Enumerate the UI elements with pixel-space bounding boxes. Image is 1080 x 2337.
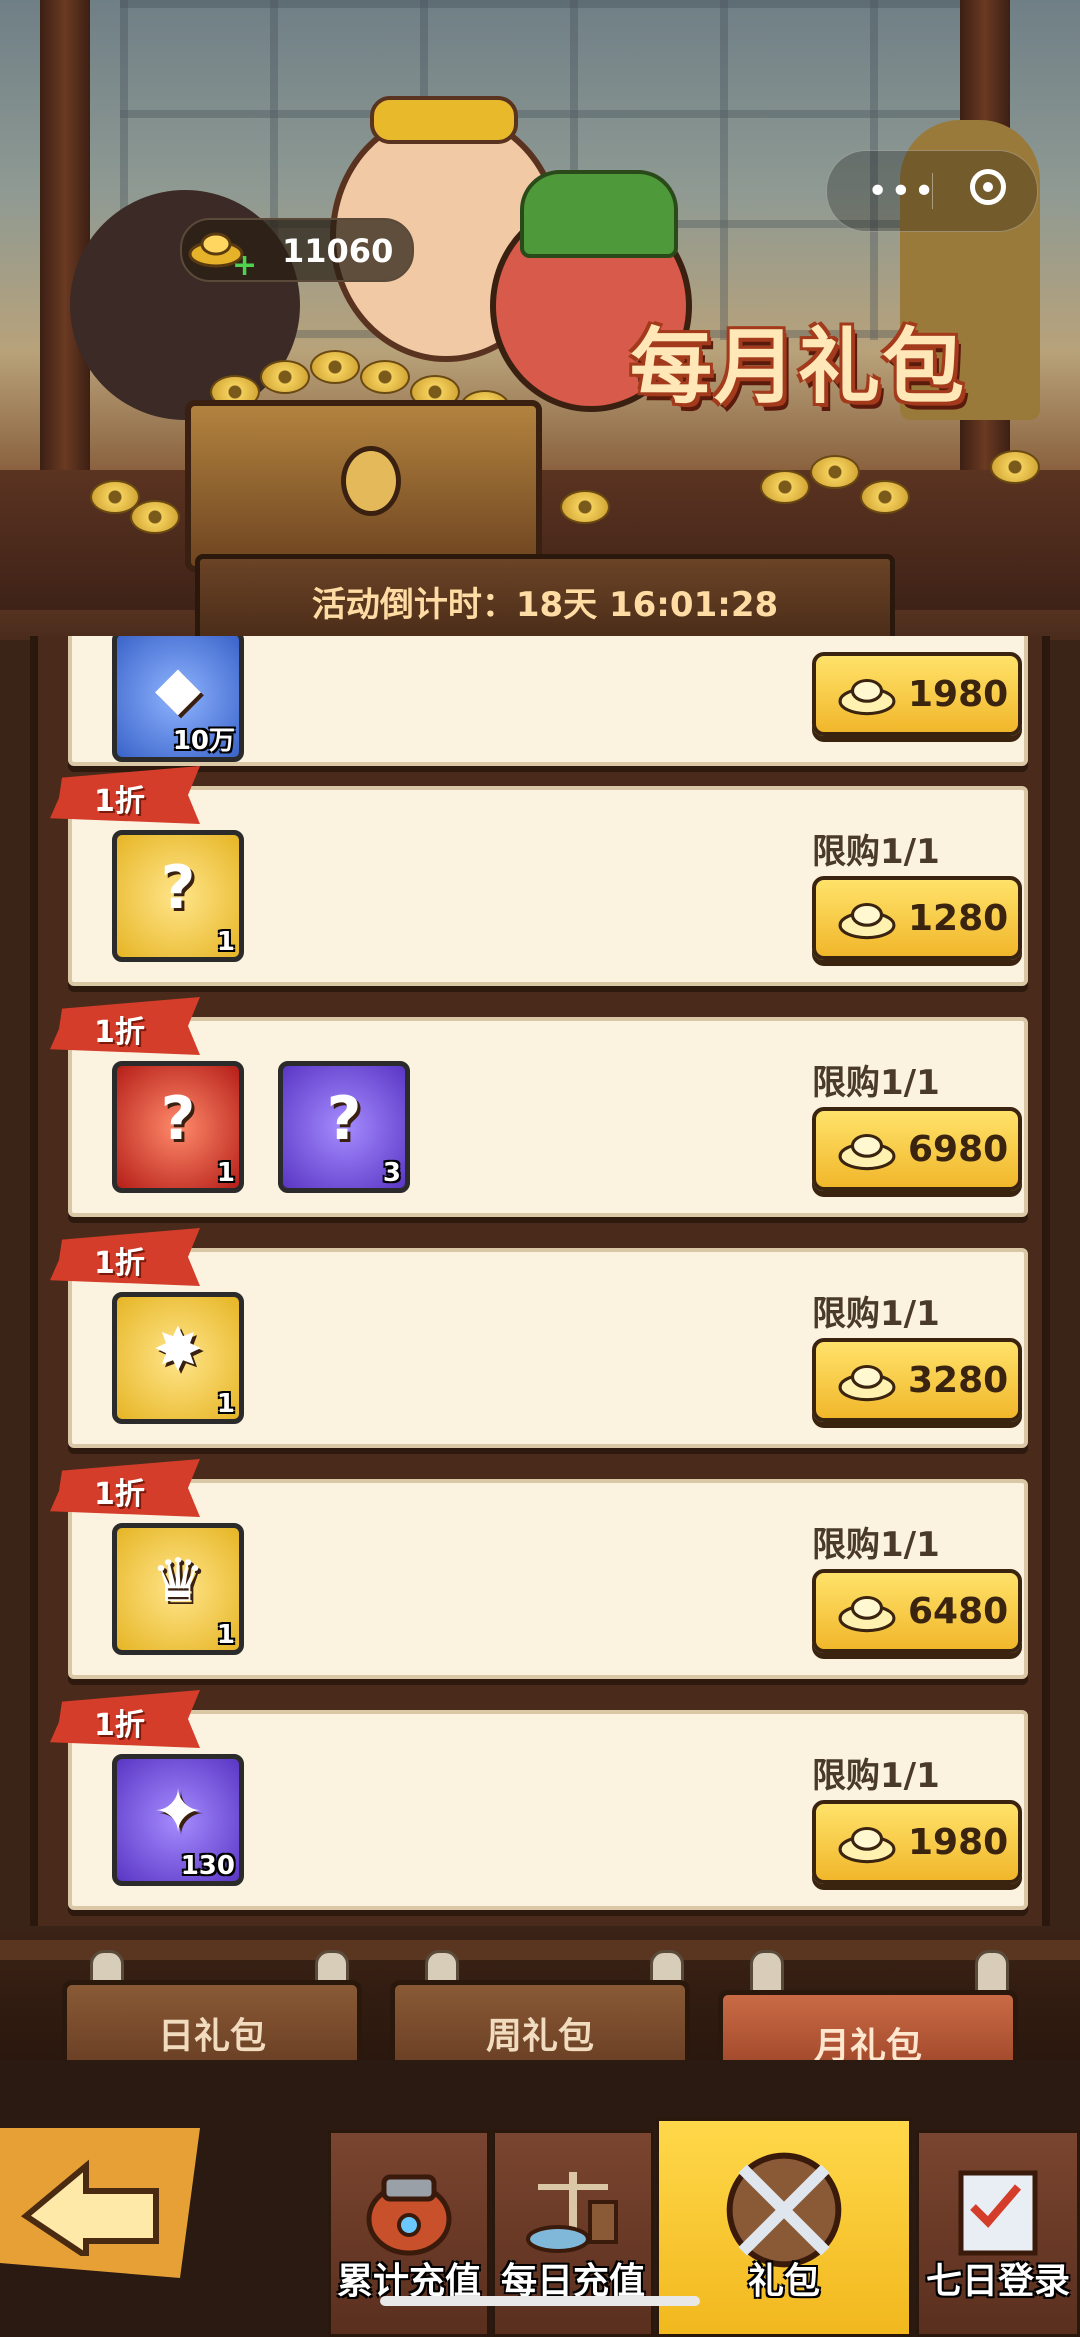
back-button[interactable] — [0, 2128, 200, 2278]
currency-value: 11060 — [282, 232, 394, 270]
purchase-limit: 限购1/1 — [812, 1756, 940, 1796]
purchase-limit: 限购1/1 — [812, 832, 940, 872]
discount-badge: 1折 — [50, 997, 200, 1055]
currency-display[interactable]: + 11060 — [180, 218, 414, 282]
more-menu-icon[interactable]: ••• — [867, 171, 937, 212]
pack-row: 1折 ? 1 ? 3 限购1/1 6980 — [50, 997, 1028, 1217]
green-hat-icon — [520, 170, 678, 258]
home-indicator — [380, 2296, 700, 2306]
treasure-chest-icon — [185, 400, 542, 572]
mystery-bag-icon[interactable]: ? 1 — [112, 830, 244, 962]
countdown-bar: 活动倒计时：18天 16:01:28 — [195, 554, 895, 646]
phoenix-icon[interactable]: ✦ 130 — [112, 1754, 244, 1886]
discount-badge: 1折 — [50, 766, 200, 824]
buy-button[interactable]: 6480 — [812, 1569, 1022, 1653]
buy-button[interactable]: 1280 — [812, 876, 1022, 960]
countdown-text: 活动倒计时：18天 16:01:28 — [311, 585, 779, 625]
treasure-bag-icon — [366, 2174, 452, 2256]
gold-ingot-icon — [838, 902, 896, 940]
price-value: 3280 — [908, 1360, 1009, 1401]
pack-row: ◆ 10万 1980 — [68, 636, 1028, 766]
price-value: 1980 — [908, 674, 1009, 715]
page-title: 每月礼包 — [630, 320, 967, 415]
tab-rack — [0, 1940, 1080, 1960]
tab-daily-pack[interactable]: 日礼包 — [62, 1980, 362, 2070]
pack-row: 1折 ✦ 130 限购1/1 1980 — [50, 1690, 1028, 1910]
gold-ingot-icon — [838, 678, 896, 716]
add-currency-icon[interactable]: + — [232, 251, 257, 281]
chest-icon[interactable]: ✸ 1 — [112, 1292, 244, 1424]
buy-button[interactable]: 6980 — [812, 1107, 1022, 1191]
mystery-bag-icon[interactable]: ? 1 — [112, 1061, 244, 1193]
pack-row: 1折 ? 1 限购1/1 1280 — [50, 766, 1028, 986]
mini-program-capsule: ••• — [826, 150, 1038, 232]
gold-ingot-icon — [838, 1826, 896, 1864]
close-target-icon[interactable] — [970, 169, 1006, 205]
purchase-limit: 限购1/1 — [812, 1525, 940, 1565]
discount-badge: 1折 — [50, 1228, 200, 1286]
buy-button[interactable]: 1980 — [812, 652, 1022, 736]
checklist-icon — [958, 2170, 1038, 2256]
purchase-limit: 限购1/1 — [812, 1294, 940, 1334]
pack-list[interactable]: ◆ 10万 1980 1折 ? 1 限购1/1 1280 1折 ? 1 ? 3 … — [30, 636, 1050, 1926]
price-value: 6480 — [908, 1591, 1009, 1632]
mystery-bag-icon[interactable]: ? 3 — [278, 1061, 410, 1193]
price-value: 1280 — [908, 898, 1009, 939]
pack-row: 1折 ✸ 1 限购1/1 3280 — [50, 1228, 1028, 1448]
chest-icon[interactable]: ♛ 1 — [112, 1523, 244, 1655]
banner: 每月礼包 + 11060 ••• — [0, 0, 1080, 640]
token-icon[interactable]: ◆ 10万 — [112, 636, 244, 762]
buy-button[interactable]: 1980 — [812, 1800, 1022, 1884]
buy-button[interactable]: 3280 — [812, 1338, 1022, 1422]
purchase-limit: 限购1/1 — [812, 1063, 940, 1103]
tab-weekly-pack[interactable]: 周礼包 — [390, 1980, 690, 2070]
hat-icon — [370, 96, 518, 144]
price-value: 1980 — [908, 1822, 1009, 1863]
discount-badge: 1折 — [50, 1459, 200, 1517]
scale-icon — [526, 2172, 618, 2253]
gold-ingot-icon — [838, 1364, 896, 1402]
gold-ingot-icon — [838, 1595, 896, 1633]
price-value: 6980 — [908, 1129, 1009, 1170]
nav-seven-day-login[interactable]: 七日登录 — [916, 2130, 1080, 2337]
pack-row: 1折 ♛ 1 限购1/1 6480 — [50, 1459, 1028, 1679]
discount-badge: 1折 — [50, 1690, 200, 1748]
gold-ingot-icon — [838, 1133, 896, 1171]
back-arrow-icon — [20, 2159, 159, 2256]
